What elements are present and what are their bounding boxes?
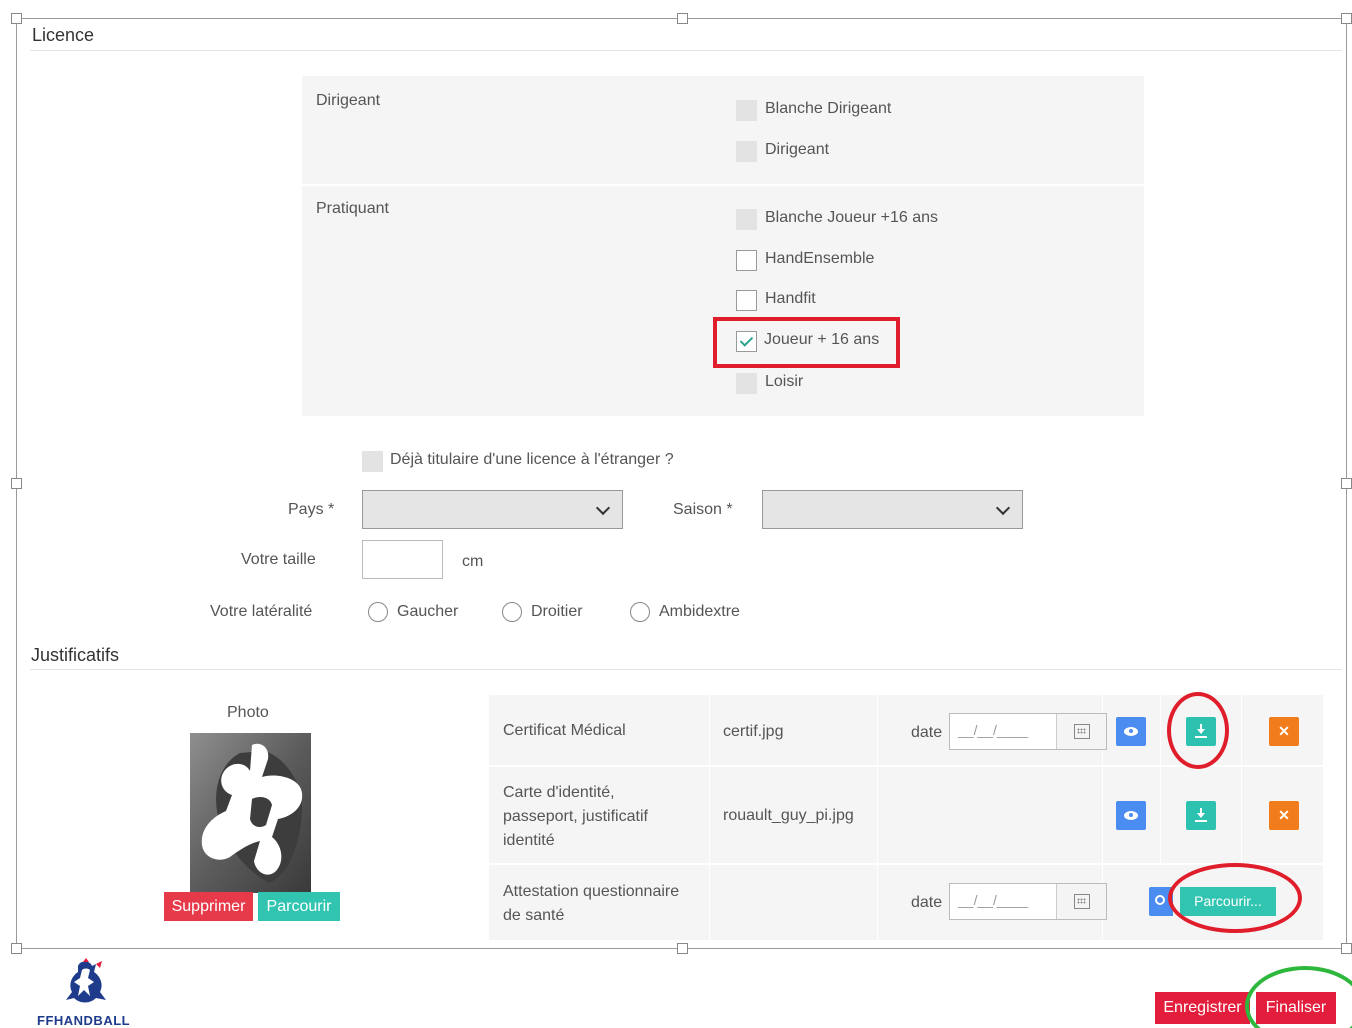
delete-button[interactable]: ✕ [1269,801,1299,830]
save-button[interactable]: Enregistrer [1155,992,1250,1024]
resize-handle[interactable] [11,13,22,24]
lateralite-label: Votre latéralité [210,603,313,620]
col-divider [877,695,878,940]
resize-handle[interactable] [677,13,688,24]
view-button[interactable] [1116,801,1146,830]
photo-delete-button[interactable]: Supprimer [164,892,253,921]
resize-handle[interactable] [1341,13,1352,24]
group-label-pratiquant: Pratiquant [316,200,389,217]
checkbox-blanche-joueur [736,209,757,230]
radio-label[interactable]: Droitier [531,603,583,621]
document-file: certif.jpg [723,723,784,740]
option-label: Loisir [765,373,804,390]
calendar-icon[interactable] [1056,714,1106,749]
document-name: Attestation questionnaire de santé [503,883,680,924]
pays-select[interactable] [362,490,623,529]
highlight-ellipse [1168,863,1302,933]
delete-button[interactable]: ✕ [1269,717,1299,746]
photo-label: Photo [227,704,269,721]
group-label-dirigeant: Dirigeant [316,92,381,109]
calendar-icon[interactable] [1056,884,1106,919]
resize-handle[interactable] [11,943,22,954]
checkbox-blanche-dirigeant [736,100,757,121]
eye-icon [1124,727,1138,736]
option-label[interactable]: HandEnsemble [765,250,874,268]
photo-browse-button[interactable]: Parcourir [258,892,340,921]
saison-select[interactable] [762,490,1023,529]
close-icon: ✕ [1278,807,1290,823]
option-label: Dirigeant [765,141,830,158]
checkbox-loisir [736,373,757,394]
option-label: Blanche Dirigeant [765,100,892,117]
justificatifs-section-title: Justificatifs [31,645,120,665]
date-label: date [911,724,943,741]
taille-unit: cm [462,553,484,570]
eye-icon [1124,811,1138,820]
document-file: rouault_guy_pi.jpg [723,807,854,824]
highlight-ellipse-green [1245,966,1352,1028]
view-button[interactable] [1116,717,1146,746]
resize-handle[interactable] [1341,478,1352,489]
certificat-date-input[interactable]: __/__/____ [949,713,1107,750]
highlight-box [713,317,900,368]
radio-droitier[interactable] [502,602,522,622]
taille-label: Votre taille [241,551,316,568]
close-icon: ✕ [1278,723,1290,739]
date-label: date [911,894,943,911]
download-button[interactable] [1186,801,1216,830]
chevron-down-icon [595,500,611,516]
highlight-ellipse [1167,692,1229,769]
divider [30,669,1342,670]
licence-section-title: Licence [32,25,95,45]
divider [30,50,1342,51]
photo-thumbnail [190,733,311,893]
resize-handle[interactable] [11,478,22,489]
document-name: Carte d'identité, passeport, justificati… [503,784,648,849]
attestation-date-input[interactable]: __/__/____ [949,883,1107,920]
radio-label[interactable]: Ambidextre [659,603,740,621]
radio-ambidextre[interactable] [630,602,650,622]
divider [302,184,1144,186]
checkbox-foreign-licence [362,451,383,472]
checkbox-handensemble[interactable] [736,250,757,271]
document-name: Certificat Médical [503,722,626,739]
download-icon [1195,808,1207,822]
saison-label: Saison * [673,501,733,518]
foreign-licence-label: Déjà titulaire d'une licence à l'étrange… [390,451,674,468]
checkbox-dirigeant [736,141,757,162]
resize-handle[interactable] [677,943,688,954]
chevron-down-icon [995,500,1011,516]
radio-label[interactable]: Gaucher [397,603,458,621]
radio-gaucher[interactable] [368,602,388,622]
logo-text: FFHANDBALL [37,1013,131,1028]
option-label[interactable]: Handfit [765,290,816,308]
col-divider [1160,695,1161,863]
row-divider [489,863,1323,865]
checkbox-handfit[interactable] [736,290,757,311]
resize-handle[interactable] [1341,943,1352,954]
pays-label: Pays * [288,501,335,518]
option-label: Blanche Joueur +16 ans [765,209,939,226]
col-divider [709,695,710,940]
search-icon [1155,895,1165,905]
col-divider [1241,695,1242,863]
ffhandball-logo [60,958,112,1008]
taille-input[interactable] [362,540,443,579]
